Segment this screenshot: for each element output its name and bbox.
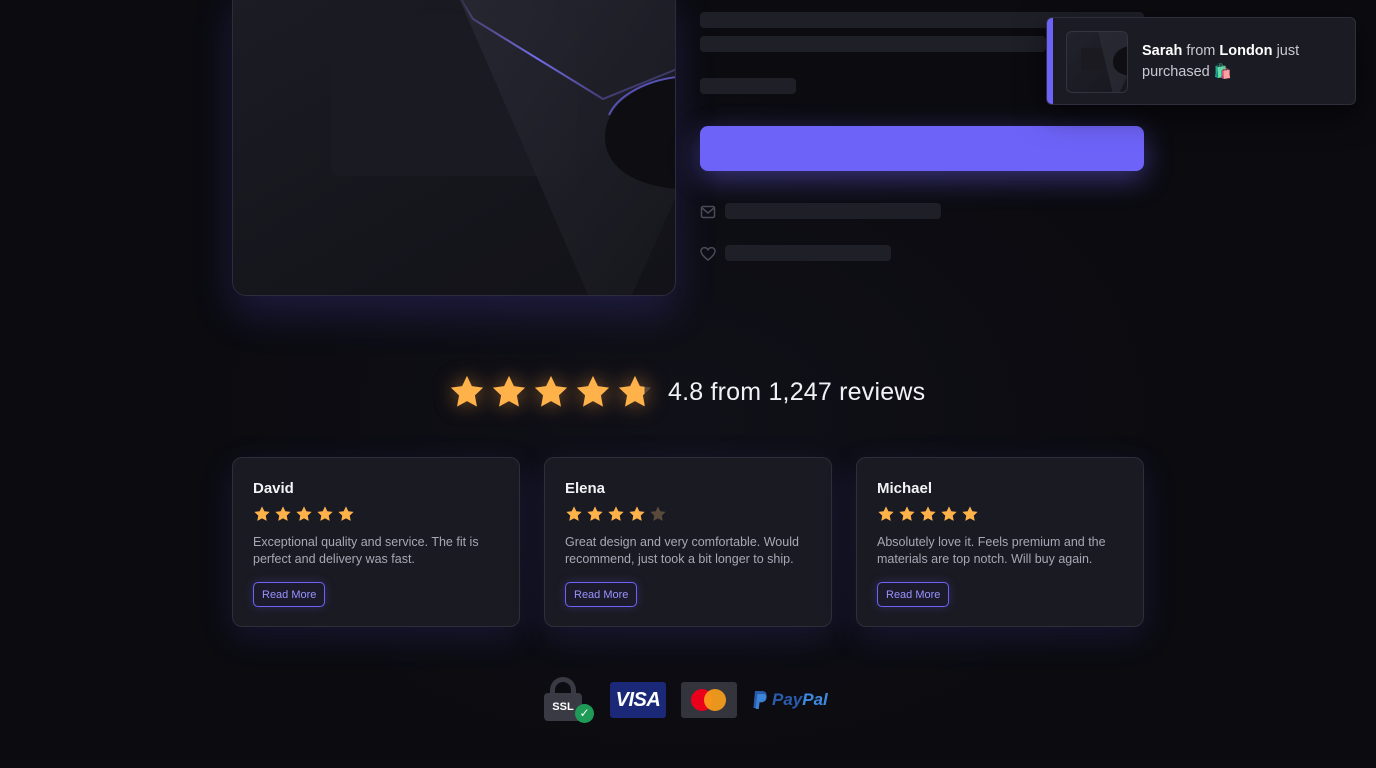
paypal-logo: PayPal <box>752 688 828 712</box>
toast-customer-name: Sarah <box>1142 43 1183 59</box>
read-more-button[interactable]: Read More <box>565 582 638 607</box>
visa-logo: VISA <box>610 682 666 718</box>
toast-connector: from <box>1186 43 1216 59</box>
check-icon: ✓ <box>575 704 594 723</box>
shipping-skeleton <box>725 203 941 219</box>
star-icon <box>450 375 484 407</box>
product-image <box>232 0 676 296</box>
paypal-text-pay: Pay <box>772 690 803 709</box>
mail-icon <box>700 205 716 219</box>
star-icon <box>629 506 645 521</box>
star-icon <box>566 506 582 521</box>
toast-city: London <box>1219 43 1273 59</box>
review-card: Elena Great design and very comfortable.… <box>544 457 832 627</box>
toast-accent-bar <box>1047 18 1053 104</box>
star-icon <box>492 375 526 407</box>
star-icon <box>650 506 666 521</box>
product-image-art <box>459 0 675 295</box>
reviewer-name: David <box>253 480 294 497</box>
ssl-secure-badge: SSL ✓ <box>541 676 597 726</box>
rating-stars <box>448 373 654 411</box>
rating-summary-text: 4.8 from 1,247 reviews <box>668 377 926 406</box>
add-to-cart-button[interactable] <box>700 126 1144 171</box>
review-text: Exceptional quality and service. The fit… <box>253 535 479 566</box>
star-icon <box>878 506 894 521</box>
star-icon <box>317 506 333 521</box>
review-stars <box>253 505 499 523</box>
star-icon <box>941 506 957 521</box>
star-icon <box>899 506 915 521</box>
review-card: Michael Absolutely love it. Feels premiu… <box>856 457 1144 627</box>
star-icon <box>576 375 610 407</box>
star-icon <box>920 506 936 521</box>
toast-message: Sarah from London just purchased 🛍️ <box>1142 41 1342 83</box>
reviewer-name: Elena <box>565 480 606 497</box>
read-more-button[interactable]: Read More <box>877 582 950 607</box>
star-icon <box>254 506 270 521</box>
mastercard-logo <box>681 682 737 718</box>
review-stars <box>877 505 1123 523</box>
toast-product-thumbnail <box>1066 31 1128 93</box>
review-stars <box>565 505 811 523</box>
rating-summary: 4.8 from 1,247 reviews <box>448 370 925 414</box>
review-card: David Exceptional quality and service. T… <box>232 457 520 627</box>
review-text: Absolutely love it. Feels premium and th… <box>877 535 1106 566</box>
title-skeleton-line-2 <box>700 36 1046 52</box>
read-more-button[interactable]: Read More <box>253 582 326 607</box>
wishlist-skeleton <box>725 245 891 261</box>
review-text: Great design and very comfortable. Would… <box>565 535 799 566</box>
star-icon <box>534 375 568 407</box>
shopping-bag-icon: 🛍️ <box>1213 64 1232 80</box>
purchase-notification-toast: Sarah from London just purchased 🛍️ <box>1046 17 1356 105</box>
star-icon <box>962 506 978 521</box>
star-icon <box>275 506 291 521</box>
star-icon <box>618 375 652 407</box>
star-icon <box>296 506 312 521</box>
heart-icon[interactable] <box>700 246 716 262</box>
star-icon <box>608 506 624 521</box>
paypal-text-pal: Pal <box>802 690 828 709</box>
reviewer-name: Michael <box>877 480 933 497</box>
paypal-icon <box>753 691 767 709</box>
price-skeleton <box>700 78 796 94</box>
star-icon <box>587 506 603 521</box>
star-icon <box>338 506 354 521</box>
